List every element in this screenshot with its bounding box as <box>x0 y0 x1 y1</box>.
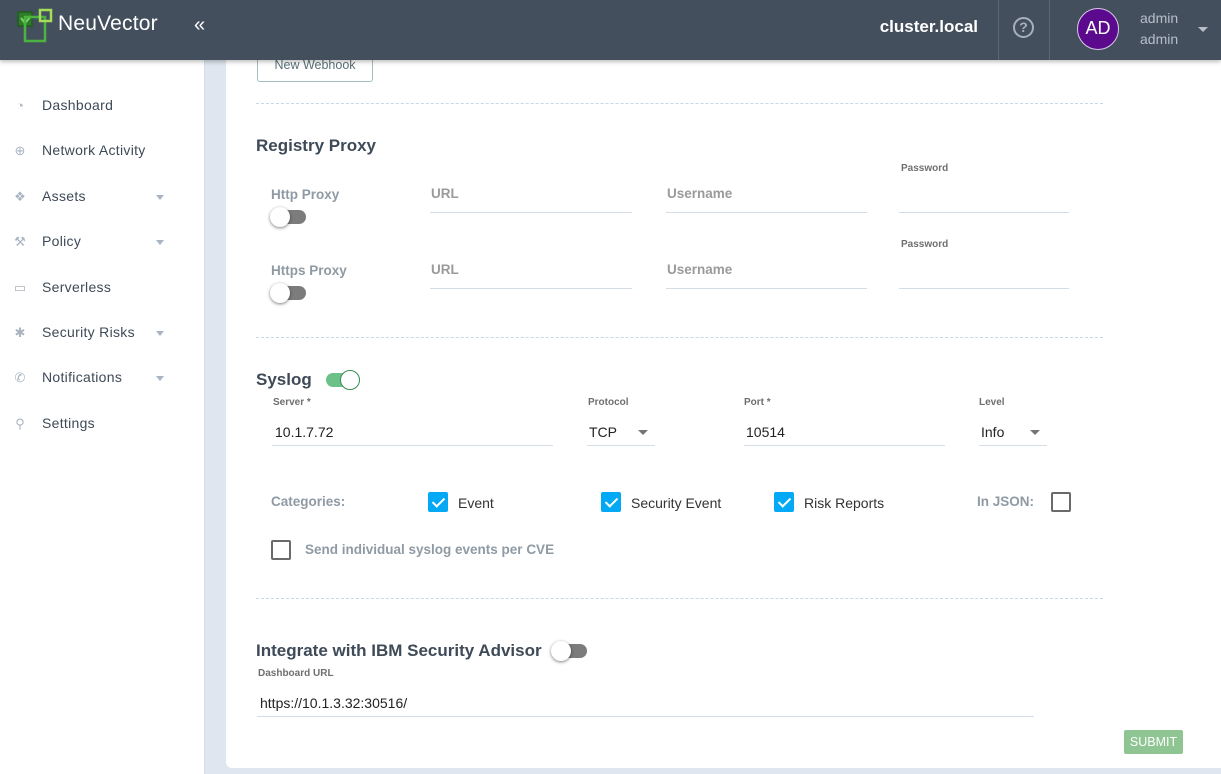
cluster-name: cluster.local <box>879 17 978 36</box>
neuvector-logo-icon <box>17 8 53 43</box>
globe-icon: ⊕ <box>14 143 26 158</box>
protocol-chevron-down-icon[interactable] <box>638 430 648 435</box>
level-chevron-down-icon[interactable] <box>1030 430 1040 435</box>
dashboard-gauge-icon: ◔ <box>16 98 24 113</box>
https-proxy-password-label: Password <box>901 239 949 250</box>
syslog-level-value[interactable]: Info <box>981 424 1004 440</box>
submit-button[interactable]: SUBMIT <box>1124 730 1183 754</box>
http-proxy-url-placeholder[interactable]: URL <box>431 186 459 201</box>
https-proxy-username-placeholder[interactable]: Username <box>667 262 732 277</box>
categories-label: Categories: <box>271 494 346 509</box>
sidebar-item-label: Notifications <box>42 369 123 385</box>
http-proxy-password-input[interactable] <box>899 212 1069 213</box>
syslog-protocol-select[interactable] <box>587 445 655 446</box>
sidebar-item-label: Assets <box>42 188 86 204</box>
syslog-level-select[interactable] <box>979 445 1047 446</box>
category-risk-reports-checkbox[interactable] <box>774 492 794 512</box>
avatar[interactable]: AD <box>1077 8 1119 50</box>
user-name[interactable]: admin <box>1140 10 1178 26</box>
chevron-down-icon <box>156 331 164 336</box>
sidebar-item-label: Settings <box>42 415 95 431</box>
registry-proxy-title: Registry Proxy <box>256 136 376 155</box>
category-security-event-label[interactable]: Security Event <box>631 495 721 511</box>
laptop-icon: ▭ <box>13 280 27 295</box>
toggle-knob <box>340 370 360 390</box>
syslog-port-label: Port * <box>744 397 771 408</box>
help-icon[interactable]: ? <box>1013 17 1034 38</box>
sidebar-item-label: Policy <box>42 233 82 249</box>
sidebar-item-notifications[interactable]: ✆ Notifications <box>0 358 205 398</box>
dashboard-url-label: Dashboard URL <box>258 668 334 679</box>
in-json-checkbox[interactable] <box>1051 492 1071 512</box>
sidebar-item-settings[interactable]: ⚲ Settings <box>0 404 205 444</box>
gavel-icon: ⚒ <box>14 234 26 249</box>
user-menu-chevron-down-icon[interactable] <box>1198 27 1208 32</box>
toggle-knob <box>270 283 290 303</box>
category-event-label[interactable]: Event <box>458 495 494 511</box>
http-proxy-password-label: Password <box>901 163 949 174</box>
header-divider <box>1049 0 1050 60</box>
brand-name: NeuVector <box>58 12 158 35</box>
section-divider <box>256 598 1103 599</box>
sidebar-item-label: Serverless <box>42 279 112 295</box>
syslog-protocol-value[interactable]: TCP <box>589 424 617 440</box>
syslog-toggle[interactable] <box>324 369 360 390</box>
syslog-port-input[interactable] <box>744 445 945 446</box>
sidebar-item-label: Security Risks <box>42 324 135 340</box>
sidebar-item-assets[interactable]: ❖ Assets <box>0 177 205 217</box>
http-proxy-url-input[interactable] <box>430 212 632 213</box>
user-role[interactable]: admin <box>1140 31 1178 47</box>
section-divider <box>256 103 1103 104</box>
dashboard-url-input[interactable] <box>257 716 1034 717</box>
syslog-title: Syslog <box>256 370 312 389</box>
toggle-knob <box>551 641 571 661</box>
syslog-server-label: Server * <box>273 397 311 408</box>
https-proxy-toggle[interactable] <box>270 282 306 303</box>
syslog-protocol-label: Protocol <box>588 397 629 408</box>
sidebar-item-serverless[interactable]: ▭ Serverless <box>0 268 205 308</box>
https-proxy-label: Https Proxy <box>271 263 347 278</box>
ibm-integration-title: Integrate with IBM Security Advisor <box>256 641 542 660</box>
sidebar-item-network-activity[interactable]: ⊕ Network Activity <box>0 131 205 171</box>
in-json-label: In JSON: <box>977 494 1035 509</box>
per-cve-label[interactable]: Send individual syslog events per CVE <box>305 542 554 557</box>
https-proxy-username-input[interactable] <box>666 288 867 289</box>
category-risk-reports-label[interactable]: Risk Reports <box>804 495 884 511</box>
syslog-server-value[interactable]: 10.1.7.72 <box>275 424 333 440</box>
sidebar: ◔ Dashboard ⊕ Network Activity ❖ Assets … <box>0 60 205 774</box>
syslog-port-value[interactable]: 10514 <box>746 424 785 440</box>
http-proxy-toggle[interactable] <box>270 206 306 227</box>
toggle-knob <box>270 207 290 227</box>
sidebar-item-dashboard[interactable]: ◔ Dashboard <box>0 86 205 126</box>
sidebar-item-label: Dashboard <box>42 97 114 113</box>
sidebar-item-label: Network Activity <box>42 142 146 158</box>
sidebar-item-security-risks[interactable]: ✱ Security Risks <box>0 313 205 353</box>
chevron-down-icon <box>156 195 164 200</box>
section-divider <box>256 337 1103 338</box>
syslog-level-label: Level <box>979 397 1005 408</box>
chevron-down-icon <box>156 240 164 245</box>
category-event-checkbox[interactable] <box>428 492 448 512</box>
collapse-sidebar-icon[interactable]: « <box>194 14 205 37</box>
https-proxy-password-input[interactable] <box>899 288 1069 289</box>
per-cve-checkbox[interactable] <box>271 540 291 560</box>
header-divider <box>998 0 999 60</box>
ibm-integration-toggle[interactable] <box>551 640 587 661</box>
http-proxy-username-placeholder[interactable]: Username <box>667 186 732 201</box>
top-header: NeuVector « cluster.local ? AD admin adm… <box>0 0 1221 60</box>
http-proxy-label: Http Proxy <box>271 187 340 202</box>
sidebar-item-policy[interactable]: ⚒ Policy <box>0 222 205 262</box>
http-proxy-username-input[interactable] <box>666 212 867 213</box>
bug-icon: ✱ <box>14 325 26 340</box>
cubes-icon: ❖ <box>14 189 26 204</box>
https-proxy-url-input[interactable] <box>430 288 632 289</box>
chevron-down-icon <box>156 376 164 381</box>
wrench-icon: ⚲ <box>15 416 25 431</box>
phone-incoming-icon: ✆ <box>14 370 26 385</box>
dashboard-url-value[interactable]: https://10.1.3.32:30516/ <box>260 695 407 711</box>
https-proxy-url-placeholder[interactable]: URL <box>431 262 459 277</box>
category-security-event-checkbox[interactable] <box>601 492 621 512</box>
syslog-server-input[interactable] <box>272 445 553 446</box>
